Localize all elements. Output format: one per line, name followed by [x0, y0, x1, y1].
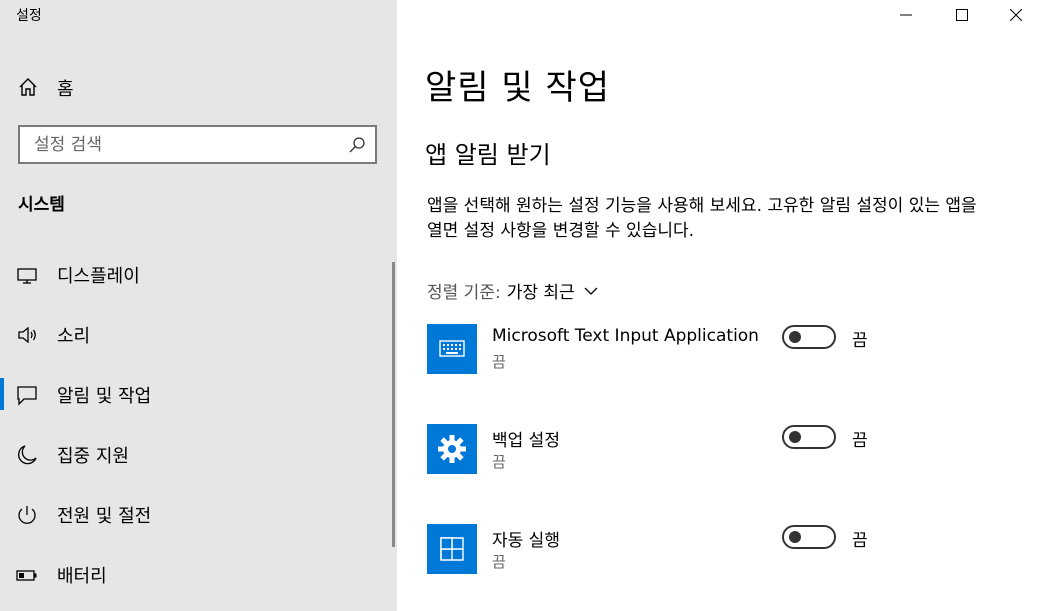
home-label: 홈 [57, 79, 74, 100]
moon-icon [18, 445, 37, 465]
app-name: 백업 설정 [492, 431, 560, 451]
sort-dropdown[interactable]: 정렬 기준: 가장 최근 [427, 278, 599, 303]
notification-toggle[interactable] [782, 525, 836, 549]
sidebar-item-notifications[interactable]: 알림 및 작업 [0, 370, 397, 418]
sidebar-item-label: 소리 [57, 326, 91, 347]
power-icon [18, 506, 36, 524]
app-row[interactable]: Microsoft Text Input Application 끔 끔 [427, 324, 1007, 378]
search-box[interactable] [18, 125, 377, 164]
minimize-button[interactable] [883, 0, 929, 30]
search-input[interactable] [20, 127, 340, 162]
keyboard-icon [439, 340, 465, 357]
close-icon [1010, 9, 1022, 21]
app-row[interactable]: 백업 설정 끔 끔 [427, 424, 1007, 478]
chevron-down-icon[interactable] [583, 286, 599, 296]
toggle-knob [789, 331, 801, 343]
section-title: 앱 알림 받기 [425, 141, 551, 169]
app-tile[interactable] [427, 424, 477, 474]
main-content: 알림 및 작업 앱 알림 받기 앱을 선택해 원하는 설정 기능을 사용해 보세… [397, 0, 1038, 611]
toggle-label: 끔 [852, 531, 868, 551]
battery-icon [16, 570, 37, 581]
app-state: 끔 [492, 453, 506, 471]
monitor-icon [17, 268, 37, 284]
description: 앱을 선택해 원하는 설정 기능을 사용해 보세요. 고유한 알림 설정이 있는… [427, 196, 977, 241]
app-name: Microsoft Text Input Application [492, 326, 759, 346]
home-icon [19, 78, 37, 96]
sidebar-scrollbar[interactable] [392, 262, 395, 547]
sidebar-item-display[interactable]: 디스플레이 [0, 250, 397, 298]
toggle-knob [789, 531, 801, 543]
maximize-button[interactable] [939, 0, 985, 30]
notification-toggle[interactable] [782, 425, 836, 449]
sidebar-item-battery[interactable]: 배터리 [0, 550, 397, 598]
home-nav-item[interactable]: 홈 [0, 66, 397, 106]
autoplay-icon [440, 537, 464, 561]
sidebar: 설정 홈 시스템 디스플레이 소리 알림 및 작업 [0, 0, 397, 611]
toggle-knob [789, 431, 801, 443]
minimize-icon [900, 14, 912, 16]
sort-key-label: 정렬 기준: [427, 283, 501, 303]
window-title: 설정 [16, 8, 42, 24]
sidebar-item-focus-assist[interactable]: 집중 지원 [0, 430, 397, 478]
toggle-label: 끔 [852, 431, 868, 451]
app-row[interactable]: 자동 실행 끔 끔 [427, 524, 1007, 578]
sidebar-item-power[interactable]: 전원 및 절전 [0, 490, 397, 538]
app-state: 끔 [492, 353, 506, 371]
close-button[interactable] [993, 0, 1038, 30]
page-title: 알림 및 작업 [425, 68, 611, 108]
notification-toggle[interactable] [782, 325, 836, 349]
sidebar-item-sound[interactable]: 소리 [0, 310, 397, 358]
search-icon[interactable] [348, 136, 366, 154]
selection-indicator [0, 378, 4, 410]
gear-icon [438, 435, 466, 463]
maximize-icon [956, 9, 968, 21]
app-tile[interactable] [427, 524, 477, 574]
sidebar-item-label: 배터리 [57, 566, 107, 587]
sidebar-item-label: 집중 지원 [57, 446, 129, 467]
section-heading: 시스템 [18, 195, 65, 215]
sidebar-item-label: 전원 및 절전 [57, 506, 152, 527]
app-name: 자동 실행 [492, 531, 560, 551]
app-state: 끔 [492, 553, 506, 571]
sidebar-item-label: 알림 및 작업 [57, 386, 152, 407]
app-tile[interactable] [427, 324, 477, 374]
speaker-icon [18, 326, 36, 344]
sidebar-item-label: 디스플레이 [57, 266, 140, 287]
toggle-label: 끔 [852, 331, 868, 351]
notification-icon [17, 386, 37, 406]
sort-value[interactable]: 가장 최근 [507, 278, 575, 303]
